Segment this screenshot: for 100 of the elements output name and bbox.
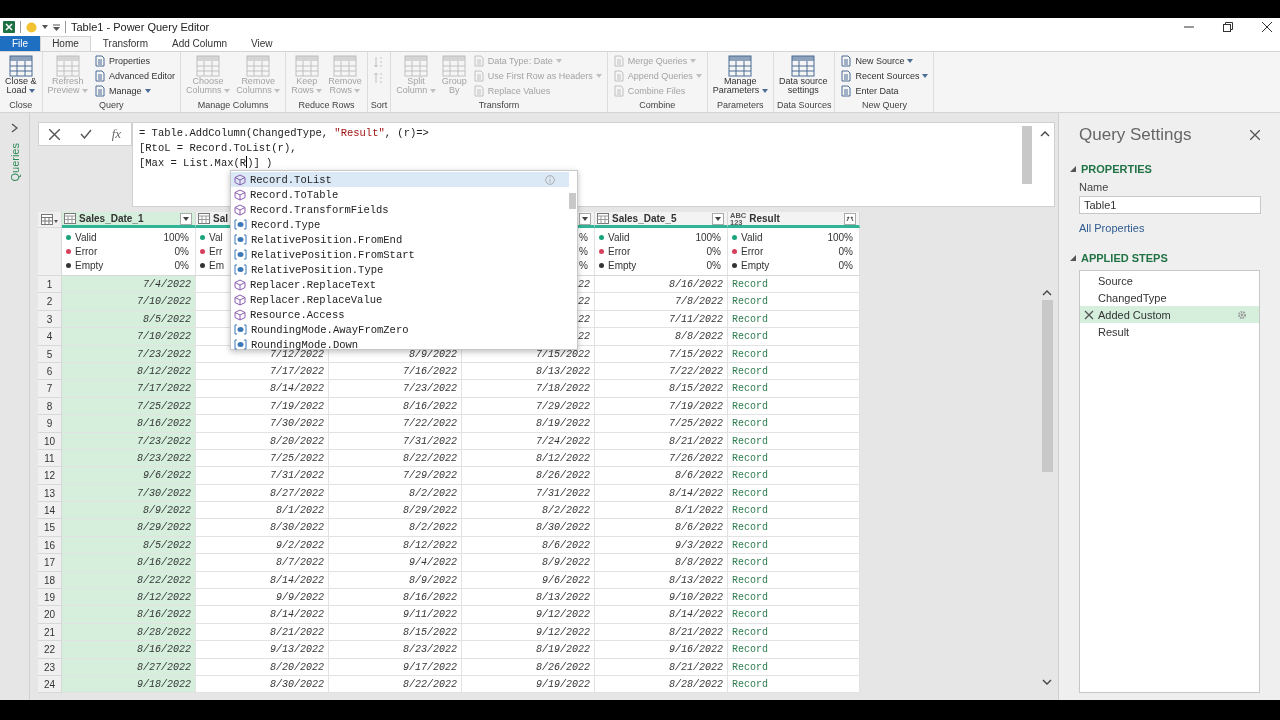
row-number[interactable]: 7 — [38, 380, 62, 398]
suggestion-item[interactable]: Record.ToTable — [231, 187, 569, 202]
table-cell: 7/16/2022 — [329, 362, 462, 381]
ribbon-button[interactable]: Manage Parameters — [710, 54, 770, 96]
filter-button[interactable] — [180, 212, 192, 225]
row-number[interactable]: 12 — [38, 467, 62, 485]
table-cell: 8/9/2022 — [62, 502, 196, 520]
scroll-up-icon[interactable] — [1042, 290, 1052, 296]
table-menu-icon[interactable] — [40, 214, 59, 225]
table-cell: Record — [728, 623, 860, 642]
quality-value: 0% — [838, 246, 853, 257]
group-label: Query — [98, 100, 125, 112]
row-number[interactable]: 19 — [38, 589, 62, 607]
customize-icon[interactable] — [53, 23, 60, 31]
close-icon[interactable] — [1262, 22, 1272, 32]
column-name: Sales_Date_5 — [612, 213, 678, 224]
table-cell: 7/22/2022 — [329, 415, 462, 433]
ribbon-tab[interactable]: Add Column — [160, 36, 240, 51]
table-cell: Record — [728, 276, 860, 294]
table-icon — [728, 55, 753, 77]
ribbon-button[interactable]: Data source settings — [776, 54, 830, 96]
constant-icon — [234, 324, 247, 335]
table-cell: 8/2/2022 — [329, 484, 462, 503]
quality-label: Err — [209, 246, 223, 257]
cancel-icon[interactable] — [48, 128, 60, 140]
calendar-icon[interactable] — [597, 213, 609, 224]
window-title: Table1 - Power Query Editor — [71, 21, 210, 33]
table-cell: 7/29/2022 — [329, 467, 462, 485]
suggestion-item[interactable]: RelativePosition.Type — [231, 262, 569, 277]
suggestion-item[interactable]: RelativePosition.FromEnd — [231, 232, 569, 247]
table-cell: 7/19/2022 — [196, 397, 329, 416]
scrollbar-thumb[interactable] — [1041, 300, 1053, 472]
row-number[interactable]: 14 — [38, 502, 62, 520]
table-icon — [55, 55, 80, 77]
filter-button[interactable] — [712, 212, 724, 225]
caret-icon — [354, 89, 361, 93]
ribbon-tab[interactable]: File — [0, 36, 41, 51]
restore-icon[interactable] — [1223, 22, 1233, 32]
table-cell: Record — [728, 362, 860, 381]
caret-icon — [582, 216, 588, 221]
function-button[interactable]: fx — [111, 126, 122, 142]
close-icon[interactable] — [1250, 130, 1260, 140]
expand-icon[interactable] — [11, 123, 18, 133]
code-line: = Table.AddColumn(ChangedType, "Result", (r)=> — [139, 126, 429, 141]
table-cell: 9/4/2022 — [329, 554, 462, 572]
row-number[interactable]: 4 — [38, 328, 62, 346]
table-cell: 9/9/2022 — [196, 589, 329, 607]
table-cell: 8/20/2022 — [196, 432, 329, 450]
scrollbar-thumb[interactable] — [569, 193, 576, 209]
calendar-icon[interactable] — [198, 213, 210, 224]
row-number[interactable]: 20 — [38, 606, 62, 624]
row-number[interactable]: 9 — [38, 415, 62, 433]
ribbon-button[interactable]: New Source — [838, 54, 931, 68]
ribbon-button[interactable]: Manage — [92, 84, 178, 98]
scrollbar-thumb[interactable] — [1022, 126, 1032, 184]
ribbon-button[interactable]: Close & Load — [3, 54, 39, 96]
row-number[interactable]: 15 — [38, 519, 62, 537]
calendar-icon[interactable] — [64, 213, 76, 224]
ribbon-button[interactable]: Advanced Editor — [92, 69, 178, 83]
quality-value: 0% — [174, 260, 189, 271]
suggestion-item[interactable]: Record.ToList — [231, 172, 569, 187]
applied-step[interactable]: Added Custom — [1080, 306, 1259, 323]
table-cell: 8/16/2022 — [62, 554, 196, 572]
row-number[interactable]: 2 — [38, 293, 62, 311]
row-number[interactable]: 17 — [38, 554, 62, 572]
group-label: New Query — [860, 100, 908, 112]
ribbon-tab[interactable]: Home — [40, 36, 91, 51]
row-number[interactable]: 22 — [38, 641, 62, 659]
applied-step[interactable]: ChangedType — [1080, 289, 1259, 306]
suggestion-item[interactable]: Record.Type — [231, 217, 569, 232]
collapse-triangle-icon[interactable] — [1070, 166, 1076, 172]
suggestion-item[interactable]: RelativePosition.FromStart — [231, 247, 569, 262]
ribbon-tab[interactable]: Transform — [90, 36, 160, 51]
caret-icon[interactable] — [42, 25, 48, 29]
ribbon-button[interactable]: Properties — [92, 54, 178, 68]
name-field[interactable]: Table1 — [1079, 196, 1261, 214]
filter-button[interactable] — [579, 212, 591, 225]
applied-step[interactable]: Source — [1080, 272, 1259, 289]
queries-pane-label[interactable]: Queries — [8, 143, 21, 182]
table-cell: 7/23/2022 — [329, 380, 462, 398]
cube-icon — [234, 278, 246, 291]
table-cell: 8/22/2022 — [329, 676, 462, 694]
table-cell: 8/2/2022 — [329, 519, 462, 537]
collapse-icon[interactable] — [1040, 131, 1050, 137]
delete-icon[interactable] — [1084, 309, 1094, 320]
group-label: Sort — [370, 100, 388, 112]
ribbon-button[interactable]: Enter Data — [838, 84, 931, 98]
ribbon-button[interactable]: Recent Sources — [838, 69, 931, 83]
scroll-down-icon[interactable] — [1042, 679, 1052, 685]
collapse-triangle-icon[interactable] — [1070, 255, 1076, 261]
ribbon-tab[interactable]: View — [239, 36, 285, 51]
check-icon[interactable] — [79, 129, 92, 139]
table-cell: Record — [728, 554, 860, 572]
all-properties-link[interactable]: All Properties — [1079, 222, 1145, 234]
quality-value: 100% — [827, 232, 853, 243]
table-cell: 8/26/2022 — [462, 467, 595, 485]
row-number[interactable]: 1 — [38, 276, 62, 294]
group-label: Reduce Rows — [297, 100, 356, 112]
applied-step[interactable]: Result — [1080, 323, 1259, 340]
expand-button[interactable] — [844, 212, 856, 225]
